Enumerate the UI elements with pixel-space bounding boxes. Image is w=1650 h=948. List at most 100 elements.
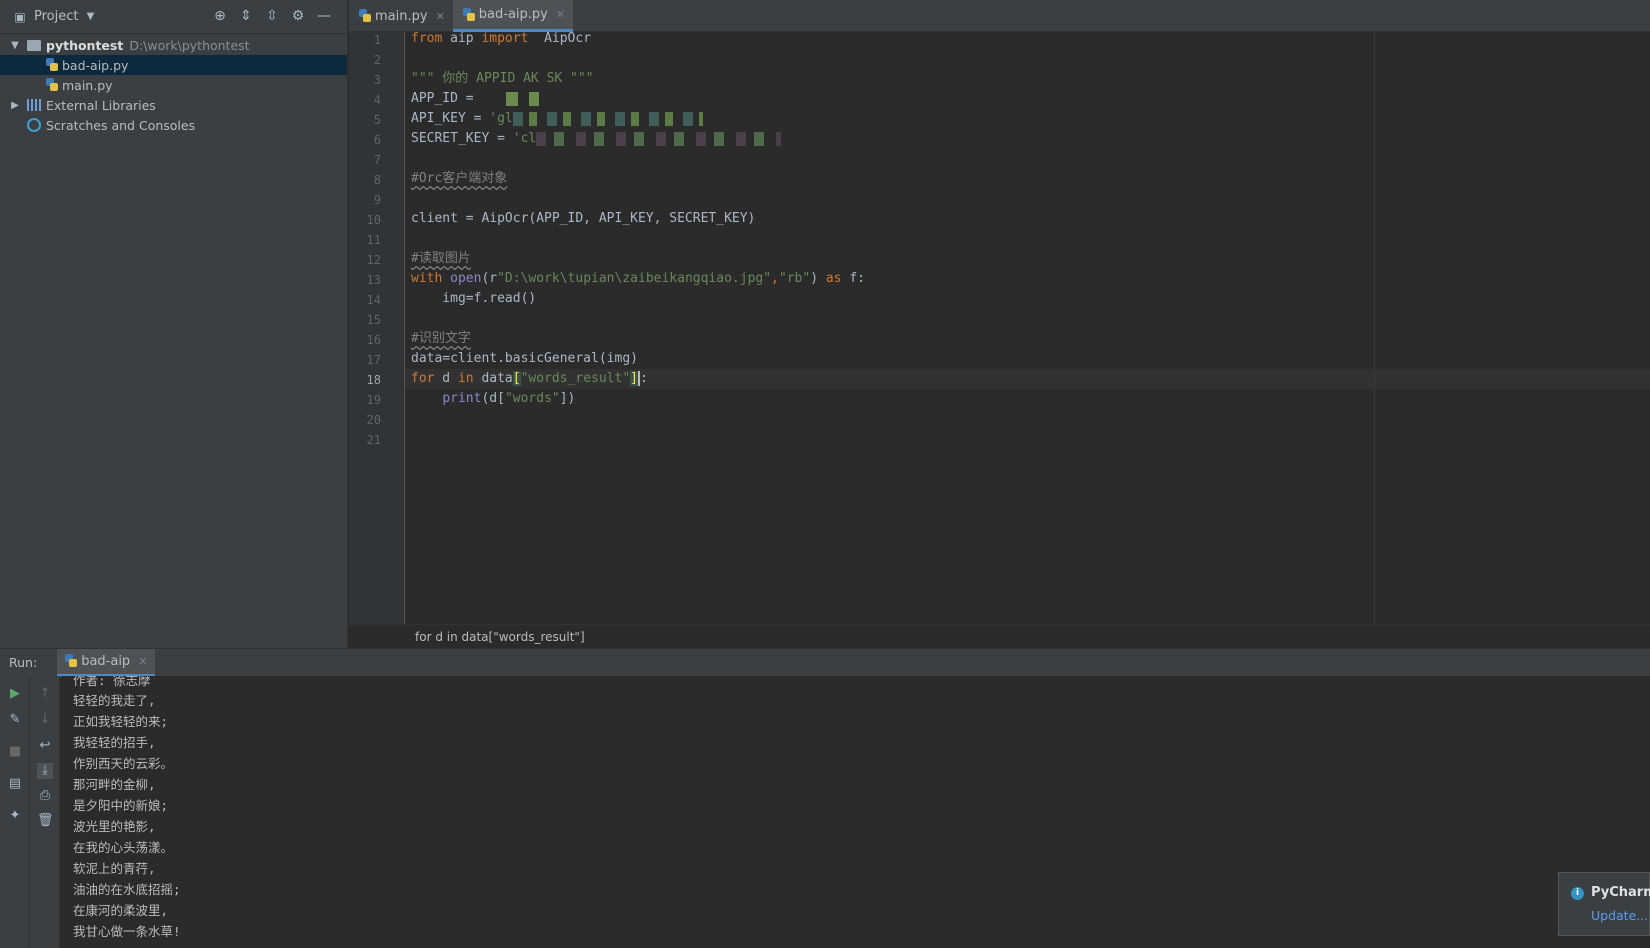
keyword: for <box>411 371 435 386</box>
collapse-all-icon[interactable]: ⇳ <box>264 8 280 24</box>
line-number: 12 <box>366 253 381 267</box>
stop-icon[interactable]: ■ <box>7 744 23 760</box>
tree-item-scratches[interactable]: Scratches and Consoles <box>0 115 347 135</box>
line-number: 4 <box>373 93 381 107</box>
notification-title: PyCharm <box>1591 885 1650 900</box>
chevron-right-icon[interactable]: ▶ <box>8 100 22 111</box>
line-number: 20 <box>366 413 381 427</box>
line-number: 11 <box>366 233 381 247</box>
run-icon[interactable]: ▶ <box>7 686 23 702</box>
console-line: 正如我轻轻的来; <box>73 714 169 729</box>
keyword: import <box>481 31 529 46</box>
code-line-10: client = AipOcr(APP_ID, API_KEY, SECRET_… <box>411 209 755 229</box>
code-text: client = AipOcr(APP_ID, API_KEY, SECRET_… <box>411 211 756 226</box>
editor-tab-bar: main.py ✕ bad-aip.py ✕ <box>349 0 1650 32</box>
string: 'gl <box>489 111 513 126</box>
code-text: ) <box>810 271 826 286</box>
project-header: ▣ Project ▼ ⊕ ⇕ ⇳ ⚙ — <box>0 0 347 34</box>
soft-wrap-icon[interactable]: ↩ <box>37 738 53 754</box>
string: "rb" <box>778 271 811 286</box>
code-line-3: """ 你的 APPID AK SK """ <box>411 69 594 89</box>
info-icon: i <box>1571 887 1584 900</box>
locate-icon[interactable]: ⊕ <box>212 8 228 24</box>
builtin: open <box>450 271 482 286</box>
python-file-icon <box>462 7 475 22</box>
line-number: 8 <box>373 173 381 187</box>
line-number-gutter: 1 2 3 4 5 6 7 8 9 10 11 12 13 14 15 16 1… <box>349 32 405 624</box>
tree-item-label: pythontest <box>46 37 124 53</box>
tree-item-external-libraries[interactable]: ▶ External Libraries <box>0 95 347 115</box>
run-toolbar-left: ▶ ✎ ■ ▤ ✦ <box>0 676 30 948</box>
expand-all-icon[interactable]: ⇕ <box>238 8 254 24</box>
line-number-current: 18 <box>366 373 381 387</box>
keyword: with <box>411 271 443 286</box>
line-number: 16 <box>366 333 381 347</box>
line-number: 19 <box>366 393 381 407</box>
folder-icon <box>27 39 41 51</box>
tree-item-pythontest[interactable]: ▼ pythontest D:\work\pythontest <box>0 35 347 55</box>
code-text: data=client.basicGeneral(img) <box>411 351 638 366</box>
code-text: SECRET_KEY = <box>411 131 513 146</box>
console-line: 软泥上的青荇, <box>73 861 156 876</box>
project-title[interactable]: Project <box>34 9 78 24</box>
gear-icon[interactable]: ⚙ <box>290 8 306 24</box>
arrow-up-icon[interactable]: ↑ <box>37 686 53 702</box>
code-line-19: print(d["words"]) <box>411 389 575 409</box>
arrow-down-icon[interactable]: ↓ <box>37 712 53 728</box>
run-tab-bad-aip[interactable]: bad-aip ✕ <box>57 648 156 677</box>
close-icon[interactable]: ✕ <box>138 655 147 668</box>
tab-bad-aip-py[interactable]: bad-aip.py ✕ <box>452 0 574 32</box>
code-line-6: SECRET_KEY = 'cl <box>411 129 782 149</box>
project-tool-window: ▣ Project ▼ ⊕ ⇕ ⇳ ⚙ — ▼ pythontest D:\wo… <box>0 0 348 648</box>
code-text: (r <box>481 271 498 286</box>
redacted-value <box>536 131 782 146</box>
run-tab-label: bad-aip <box>81 653 131 669</box>
python-file-icon <box>359 9 371 23</box>
string: "words" <box>504 391 560 406</box>
scroll-to-end-icon[interactable]: ⤓ <box>37 763 53 779</box>
code-text: aip <box>442 31 482 46</box>
tab-label: main.py <box>375 8 428 24</box>
comment: #读取图片 <box>411 251 471 266</box>
tab-main-py[interactable]: main.py ✕ <box>349 0 453 32</box>
console-line: 轻轻的我走了, <box>73 693 156 708</box>
string: "D:\work\tupian\zaibeikangqiao.jpg" <box>497 271 772 286</box>
wrench-icon[interactable]: ✎ <box>7 712 23 728</box>
line-number: 14 <box>366 293 381 307</box>
run-toolbar-right: ↑ ↓ ↩ ⤓ ⎙ 🗑 <box>30 676 60 948</box>
code-line-1: from aip import AipOcr <box>411 29 591 49</box>
scratches-icon <box>27 118 41 132</box>
close-icon[interactable]: ✕ <box>436 10 445 23</box>
line-number: 6 <box>373 133 381 147</box>
string: 'cl <box>512 131 537 146</box>
trash-icon[interactable]: 🗑 <box>37 813 54 829</box>
tree-item-bad-aip[interactable]: bad-aip.py <box>0 55 347 75</box>
python-file-icon <box>65 654 78 668</box>
close-icon[interactable]: ✕ <box>556 8 565 21</box>
pin-icon[interactable]: ✦ <box>7 808 23 824</box>
chevron-down-icon[interactable]: ▼ <box>82 9 98 25</box>
redacted-value <box>481 91 562 106</box>
chevron-down-icon[interactable]: ▼ <box>8 40 22 51</box>
code-text: : <box>640 371 648 386</box>
line-number: 5 <box>373 113 381 127</box>
matched-bracket: ] <box>630 371 640 386</box>
right-margin-guide <box>1374 32 1375 624</box>
console-line: 油油的在水底招摇; <box>73 882 181 897</box>
console-output[interactable]: 作者: 徐志摩 轻轻的我走了, 正如我轻轻的来; 我轻轻的招手, 作别西天的云彩… <box>61 676 1650 948</box>
layout-icon[interactable]: ▤ <box>7 776 23 792</box>
update-notification: i PyCharm Update... <box>1558 872 1650 936</box>
update-link[interactable]: Update... <box>1591 908 1648 923</box>
code-area[interactable]: from aip import AipOcr """ 你的 APPID AK S… <box>405 29 1650 624</box>
code-editor[interactable]: 1 2 3 4 5 6 7 8 9 10 11 12 13 14 15 16 1… <box>349 29 1650 624</box>
docstring: """ 你的 APPID AK SK """ <box>411 71 594 86</box>
code-line-16: #识别文字 <box>411 329 471 349</box>
line-number: 21 <box>366 433 381 447</box>
python-file-icon <box>46 58 58 72</box>
print-icon[interactable]: ⎙ <box>37 788 53 804</box>
hide-icon[interactable]: — <box>316 8 332 24</box>
code-line-12: #读取图片 <box>411 249 471 269</box>
breadcrumb-item[interactable]: for d in data["words_result"] <box>415 630 585 644</box>
tree-item-main[interactable]: main.py <box>0 75 347 95</box>
tab-label: bad-aip.py <box>478 7 548 22</box>
